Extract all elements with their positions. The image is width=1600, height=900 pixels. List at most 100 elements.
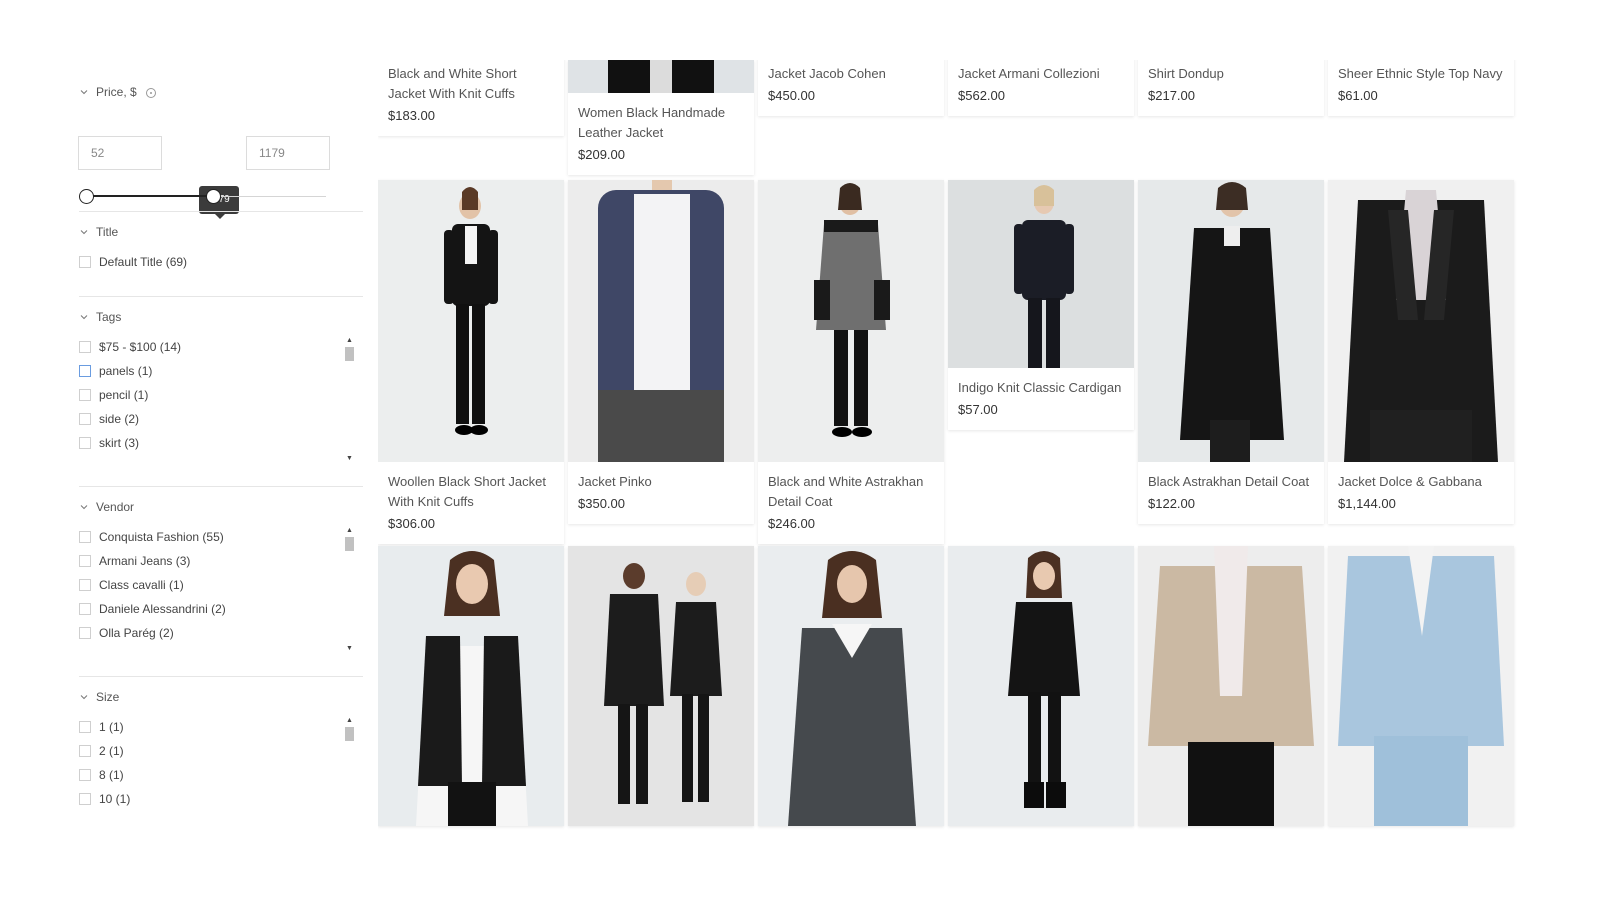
product-card[interactable] [568,546,754,826]
product-image[interactable] [568,180,754,462]
product-name[interactable]: Indigo Knit Classic Cardigan [958,378,1124,398]
price-max-input[interactable]: 1179 [246,136,330,170]
filter-option[interactable]: skirt (3) [79,431,347,455]
checkbox[interactable] [79,603,91,615]
price-min-input[interactable]: 52 [78,136,162,170]
size-filter-label: Size [96,690,120,704]
product-image[interactable] [948,180,1134,368]
filter-option[interactable]: Class cavalli (1) [79,573,347,597]
filter-option[interactable]: 10 (1) [79,787,347,811]
title-filter-header[interactable]: Title [79,224,363,240]
product-card[interactable]: Black Astrakhan Detail Coat $122.00 [1138,180,1324,524]
product-card[interactable]: Black and White Short Jacket With Knit C… [378,60,564,136]
filter-option[interactable]: 8 (1) [79,763,347,787]
scroll-down-icon[interactable]: ▼ [345,453,354,463]
vendor-filter: Vendor Conquista Fashion (55) Armani Jea… [79,499,363,652]
product-name[interactable]: Women Black Handmade Leather Jacket [578,103,744,143]
product-name[interactable]: Jacket Jacob Cohen [768,64,934,84]
product-image[interactable] [1138,180,1324,462]
filter-option[interactable]: Conquista Fashion (55) [79,525,347,549]
checkbox[interactable] [79,627,91,639]
price-slider-min-handle[interactable] [79,189,94,204]
product-card[interactable] [378,546,564,826]
checkbox[interactable] [79,341,91,353]
size-scrollbar[interactable]: ▲ [345,715,354,741]
checkbox[interactable] [79,413,91,425]
product-image[interactable] [948,546,1134,826]
product-name[interactable]: Jacket Dolce & Gabbana [1338,472,1504,492]
size-filter-header[interactable]: Size [79,689,363,705]
product-image[interactable] [1328,180,1514,462]
checkbox[interactable] [79,365,91,377]
checkbox[interactable] [79,555,91,567]
filter-option[interactable]: Default Title (69) [79,250,347,274]
filter-option[interactable]: panels (1) [79,359,347,383]
product-name[interactable]: Jacket Pinko [578,472,744,492]
scrollbar-thumb[interactable] [345,537,354,551]
checkbox[interactable] [79,745,91,757]
tags-filter: Tags $75 - $100 (14) panels (1) pencil (… [79,309,363,462]
tags-filter-header[interactable]: Tags [79,309,363,325]
checkbox[interactable] [79,531,91,543]
product-name[interactable]: Black and White Short Jacket With Knit C… [388,64,554,104]
product-card[interactable]: Jacket Jacob Cohen $450.00 [758,60,944,116]
filter-option[interactable]: Armani Jeans (3) [79,549,347,573]
filter-option-label: Olla Parég (2) [99,626,174,640]
checkbox[interactable] [79,769,91,781]
product-card[interactable]: Indigo Knit Classic Cardigan $57.00 [948,180,1134,430]
vendor-scrollbar[interactable]: ▲ ▼ [345,525,354,653]
product-image[interactable] [1328,546,1514,826]
product-image[interactable] [758,546,944,826]
product-card[interactable]: Black and White Astrakhan Detail Coat $2… [758,180,944,544]
scrollbar-thumb[interactable] [345,727,354,741]
checkbox[interactable] [79,793,91,805]
product-card[interactable] [758,546,944,826]
scrollbar-thumb[interactable] [345,347,354,361]
checkbox[interactable] [79,579,91,591]
product-card[interactable]: Shirt Dondup $217.00 [1138,60,1324,116]
checkbox[interactable] [79,256,91,268]
product-name[interactable]: Black and White Astrakhan Detail Coat [768,472,934,512]
filter-option[interactable]: pencil (1) [79,383,347,407]
chevron-down-icon [79,227,89,237]
product-name[interactable]: Woollen Black Short Jacket With Knit Cuf… [388,472,554,512]
product-card[interactable]: Women Black Handmade Leather Jacket $209… [568,60,754,175]
product-card[interactable] [1138,546,1324,826]
product-image[interactable] [378,180,564,462]
product-card[interactable]: Sheer Ethnic Style Top Navy $61.00 [1328,60,1514,116]
scroll-up-icon[interactable]: ▲ [345,715,354,725]
product-card[interactable]: Woollen Black Short Jacket With Knit Cuf… [378,180,564,544]
product-card[interactable] [1328,546,1514,826]
filter-option[interactable]: 1 (1) [79,715,347,739]
scroll-up-icon[interactable]: ▲ [345,525,354,535]
vendor-filter-header[interactable]: Vendor [79,499,363,515]
product-image[interactable] [568,60,754,93]
scroll-down-icon[interactable]: ▼ [345,643,354,653]
tags-scrollbar[interactable]: ▲ ▼ [345,335,354,463]
product-card[interactable]: Jacket Pinko $350.00 [568,180,754,524]
filter-divider [79,211,363,212]
filter-option[interactable]: side (2) [79,407,347,431]
checkbox[interactable] [79,437,91,449]
product-photo-figure [598,180,724,462]
filter-option[interactable]: $75 - $100 (14) [79,335,347,359]
product-image[interactable] [758,180,944,462]
scroll-up-icon[interactable]: ▲ [345,335,354,345]
filter-option[interactable]: Daniele Alessandrini (2) [79,597,347,621]
product-card[interactable] [948,546,1134,826]
product-image[interactable] [568,546,754,826]
product-image[interactable] [378,546,564,826]
product-name[interactable]: Jacket Armani Collezioni [958,64,1124,84]
product-name[interactable]: Sheer Ethnic Style Top Navy [1338,64,1504,84]
product-name[interactable]: Black Astrakhan Detail Coat [1148,472,1314,492]
filter-option[interactable]: Olla Parég (2) [79,621,347,645]
filter-option[interactable]: 2 (1) [79,739,347,763]
product-photo-figure [788,551,916,826]
product-card[interactable]: Jacket Dolce & Gabbana $1,144.00 [1328,180,1514,524]
checkbox[interactable] [79,389,91,401]
product-card[interactable]: Jacket Armani Collezioni $562.00 [948,60,1134,116]
checkbox[interactable] [79,721,91,733]
product-name[interactable]: Shirt Dondup [1148,64,1314,84]
product-price: $1,144.00 [1338,496,1396,511]
product-image[interactable] [1138,546,1324,826]
